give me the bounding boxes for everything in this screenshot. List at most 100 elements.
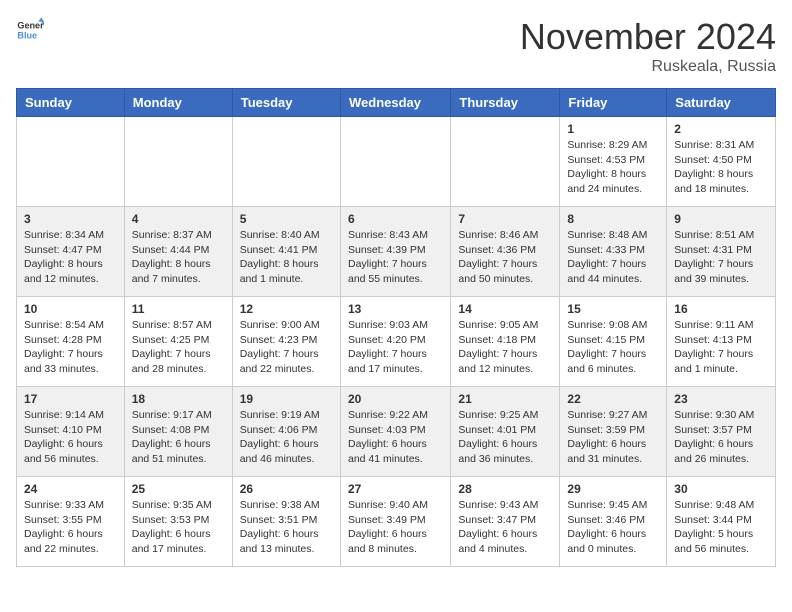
location-title: Ruskeala, Russia <box>520 58 776 76</box>
day-number: 3 <box>24 212 117 226</box>
day-number: 30 <box>674 482 768 496</box>
day-number: 6 <box>348 212 443 226</box>
day-info: Sunrise: 8:57 AMSunset: 4:25 PMDaylight:… <box>132 319 212 375</box>
day-info: Sunrise: 8:34 AMSunset: 4:47 PMDaylight:… <box>24 229 104 285</box>
calendar-cell: 24 Sunrise: 9:33 AMSunset: 3:55 PMDaylig… <box>17 477 125 567</box>
day-number: 8 <box>567 212 659 226</box>
calendar-cell: 13 Sunrise: 9:03 AMSunset: 4:20 PMDaylig… <box>340 297 450 387</box>
calendar-week-row: 1 Sunrise: 8:29 AMSunset: 4:53 PMDayligh… <box>17 117 776 207</box>
calendar-week-row: 24 Sunrise: 9:33 AMSunset: 3:55 PMDaylig… <box>17 477 776 567</box>
day-info: Sunrise: 9:40 AMSunset: 3:49 PMDaylight:… <box>348 499 428 555</box>
day-number: 26 <box>240 482 333 496</box>
day-number: 15 <box>567 302 659 316</box>
day-info: Sunrise: 9:38 AMSunset: 3:51 PMDaylight:… <box>240 499 320 555</box>
calendar-week-row: 17 Sunrise: 9:14 AMSunset: 4:10 PMDaylig… <box>17 387 776 477</box>
calendar-cell: 10 Sunrise: 8:54 AMSunset: 4:28 PMDaylig… <box>17 297 125 387</box>
calendar-cell: 7 Sunrise: 8:46 AMSunset: 4:36 PMDayligh… <box>451 207 560 297</box>
calendar-cell: 3 Sunrise: 8:34 AMSunset: 4:47 PMDayligh… <box>17 207 125 297</box>
logo: General Blue <box>16 16 44 44</box>
day-info: Sunrise: 9:03 AMSunset: 4:20 PMDaylight:… <box>348 319 428 375</box>
day-number: 16 <box>674 302 768 316</box>
logo-icon: General Blue <box>16 16 44 44</box>
day-number: 25 <box>132 482 225 496</box>
day-number: 21 <box>458 392 552 406</box>
day-info: Sunrise: 9:14 AMSunset: 4:10 PMDaylight:… <box>24 409 104 465</box>
day-info: Sunrise: 8:54 AMSunset: 4:28 PMDaylight:… <box>24 319 104 375</box>
day-number: 2 <box>674 122 768 136</box>
day-number: 17 <box>24 392 117 406</box>
calendar-cell: 26 Sunrise: 9:38 AMSunset: 3:51 PMDaylig… <box>232 477 340 567</box>
day-number: 14 <box>458 302 552 316</box>
calendar-cell: 23 Sunrise: 9:30 AMSunset: 3:57 PMDaylig… <box>667 387 776 477</box>
calendar-cell <box>340 117 450 207</box>
day-info: Sunrise: 8:31 AMSunset: 4:50 PMDaylight:… <box>674 139 754 195</box>
day-info: Sunrise: 8:29 AMSunset: 4:53 PMDaylight:… <box>567 139 647 195</box>
calendar-cell: 14 Sunrise: 9:05 AMSunset: 4:18 PMDaylig… <box>451 297 560 387</box>
day-number: 13 <box>348 302 443 316</box>
day-number: 11 <box>132 302 225 316</box>
calendar-cell <box>124 117 232 207</box>
calendar-cell: 2 Sunrise: 8:31 AMSunset: 4:50 PMDayligh… <box>667 117 776 207</box>
day-info: Sunrise: 9:27 AMSunset: 3:59 PMDaylight:… <box>567 409 647 465</box>
day-info: Sunrise: 9:00 AMSunset: 4:23 PMDaylight:… <box>240 319 320 375</box>
day-info: Sunrise: 9:05 AMSunset: 4:18 PMDaylight:… <box>458 319 538 375</box>
day-info: Sunrise: 8:51 AMSunset: 4:31 PMDaylight:… <box>674 229 754 285</box>
calendar-cell: 1 Sunrise: 8:29 AMSunset: 4:53 PMDayligh… <box>560 117 667 207</box>
day-number: 10 <box>24 302 117 316</box>
day-info: Sunrise: 9:35 AMSunset: 3:53 PMDaylight:… <box>132 499 212 555</box>
day-info: Sunrise: 9:45 AMSunset: 3:46 PMDaylight:… <box>567 499 647 555</box>
day-info: Sunrise: 9:08 AMSunset: 4:15 PMDaylight:… <box>567 319 647 375</box>
day-info: Sunrise: 9:30 AMSunset: 3:57 PMDaylight:… <box>674 409 754 465</box>
calendar-cell: 8 Sunrise: 8:48 AMSunset: 4:33 PMDayligh… <box>560 207 667 297</box>
calendar-cell: 6 Sunrise: 8:43 AMSunset: 4:39 PMDayligh… <box>340 207 450 297</box>
day-number: 28 <box>458 482 552 496</box>
day-info: Sunrise: 8:40 AMSunset: 4:41 PMDaylight:… <box>240 229 320 285</box>
calendar-cell: 9 Sunrise: 8:51 AMSunset: 4:31 PMDayligh… <box>667 207 776 297</box>
day-number: 19 <box>240 392 333 406</box>
col-monday: Monday <box>124 89 232 117</box>
svg-text:General: General <box>17 21 44 31</box>
day-number: 18 <box>132 392 225 406</box>
day-number: 12 <box>240 302 333 316</box>
day-number: 1 <box>567 122 659 136</box>
calendar-cell <box>232 117 340 207</box>
calendar-header-row: Sunday Monday Tuesday Wednesday Thursday… <box>17 89 776 117</box>
day-info: Sunrise: 8:43 AMSunset: 4:39 PMDaylight:… <box>348 229 428 285</box>
day-info: Sunrise: 8:37 AMSunset: 4:44 PMDaylight:… <box>132 229 212 285</box>
calendar-cell <box>451 117 560 207</box>
title-section: November 2024 Ruskeala, Russia <box>520 16 776 76</box>
calendar-cell: 18 Sunrise: 9:17 AMSunset: 4:08 PMDaylig… <box>124 387 232 477</box>
day-info: Sunrise: 9:19 AMSunset: 4:06 PMDaylight:… <box>240 409 320 465</box>
calendar-cell: 4 Sunrise: 8:37 AMSunset: 4:44 PMDayligh… <box>124 207 232 297</box>
calendar-cell: 29 Sunrise: 9:45 AMSunset: 3:46 PMDaylig… <box>560 477 667 567</box>
day-number: 27 <box>348 482 443 496</box>
day-info: Sunrise: 8:46 AMSunset: 4:36 PMDaylight:… <box>458 229 538 285</box>
calendar-cell: 5 Sunrise: 8:40 AMSunset: 4:41 PMDayligh… <box>232 207 340 297</box>
calendar-table: Sunday Monday Tuesday Wednesday Thursday… <box>16 88 776 567</box>
calendar-cell: 25 Sunrise: 9:35 AMSunset: 3:53 PMDaylig… <box>124 477 232 567</box>
col-sunday: Sunday <box>17 89 125 117</box>
calendar-cell: 20 Sunrise: 9:22 AMSunset: 4:03 PMDaylig… <box>340 387 450 477</box>
col-tuesday: Tuesday <box>232 89 340 117</box>
calendar-cell: 27 Sunrise: 9:40 AMSunset: 3:49 PMDaylig… <box>340 477 450 567</box>
day-number: 5 <box>240 212 333 226</box>
month-title: November 2024 <box>520 16 776 58</box>
day-number: 23 <box>674 392 768 406</box>
calendar-cell: 12 Sunrise: 9:00 AMSunset: 4:23 PMDaylig… <box>232 297 340 387</box>
day-number: 4 <box>132 212 225 226</box>
calendar-week-row: 10 Sunrise: 8:54 AMSunset: 4:28 PMDaylig… <box>17 297 776 387</box>
calendar-cell: 30 Sunrise: 9:48 AMSunset: 3:44 PMDaylig… <box>667 477 776 567</box>
day-info: Sunrise: 9:48 AMSunset: 3:44 PMDaylight:… <box>674 499 754 555</box>
calendar-week-row: 3 Sunrise: 8:34 AMSunset: 4:47 PMDayligh… <box>17 207 776 297</box>
calendar-cell: 17 Sunrise: 9:14 AMSunset: 4:10 PMDaylig… <box>17 387 125 477</box>
day-number: 22 <box>567 392 659 406</box>
day-info: Sunrise: 9:17 AMSunset: 4:08 PMDaylight:… <box>132 409 212 465</box>
day-info: Sunrise: 8:48 AMSunset: 4:33 PMDaylight:… <box>567 229 647 285</box>
col-wednesday: Wednesday <box>340 89 450 117</box>
day-info: Sunrise: 9:22 AMSunset: 4:03 PMDaylight:… <box>348 409 428 465</box>
calendar-cell <box>17 117 125 207</box>
day-info: Sunrise: 9:33 AMSunset: 3:55 PMDaylight:… <box>24 499 104 555</box>
col-thursday: Thursday <box>451 89 560 117</box>
calendar-cell: 11 Sunrise: 8:57 AMSunset: 4:25 PMDaylig… <box>124 297 232 387</box>
calendar-cell: 16 Sunrise: 9:11 AMSunset: 4:13 PMDaylig… <box>667 297 776 387</box>
